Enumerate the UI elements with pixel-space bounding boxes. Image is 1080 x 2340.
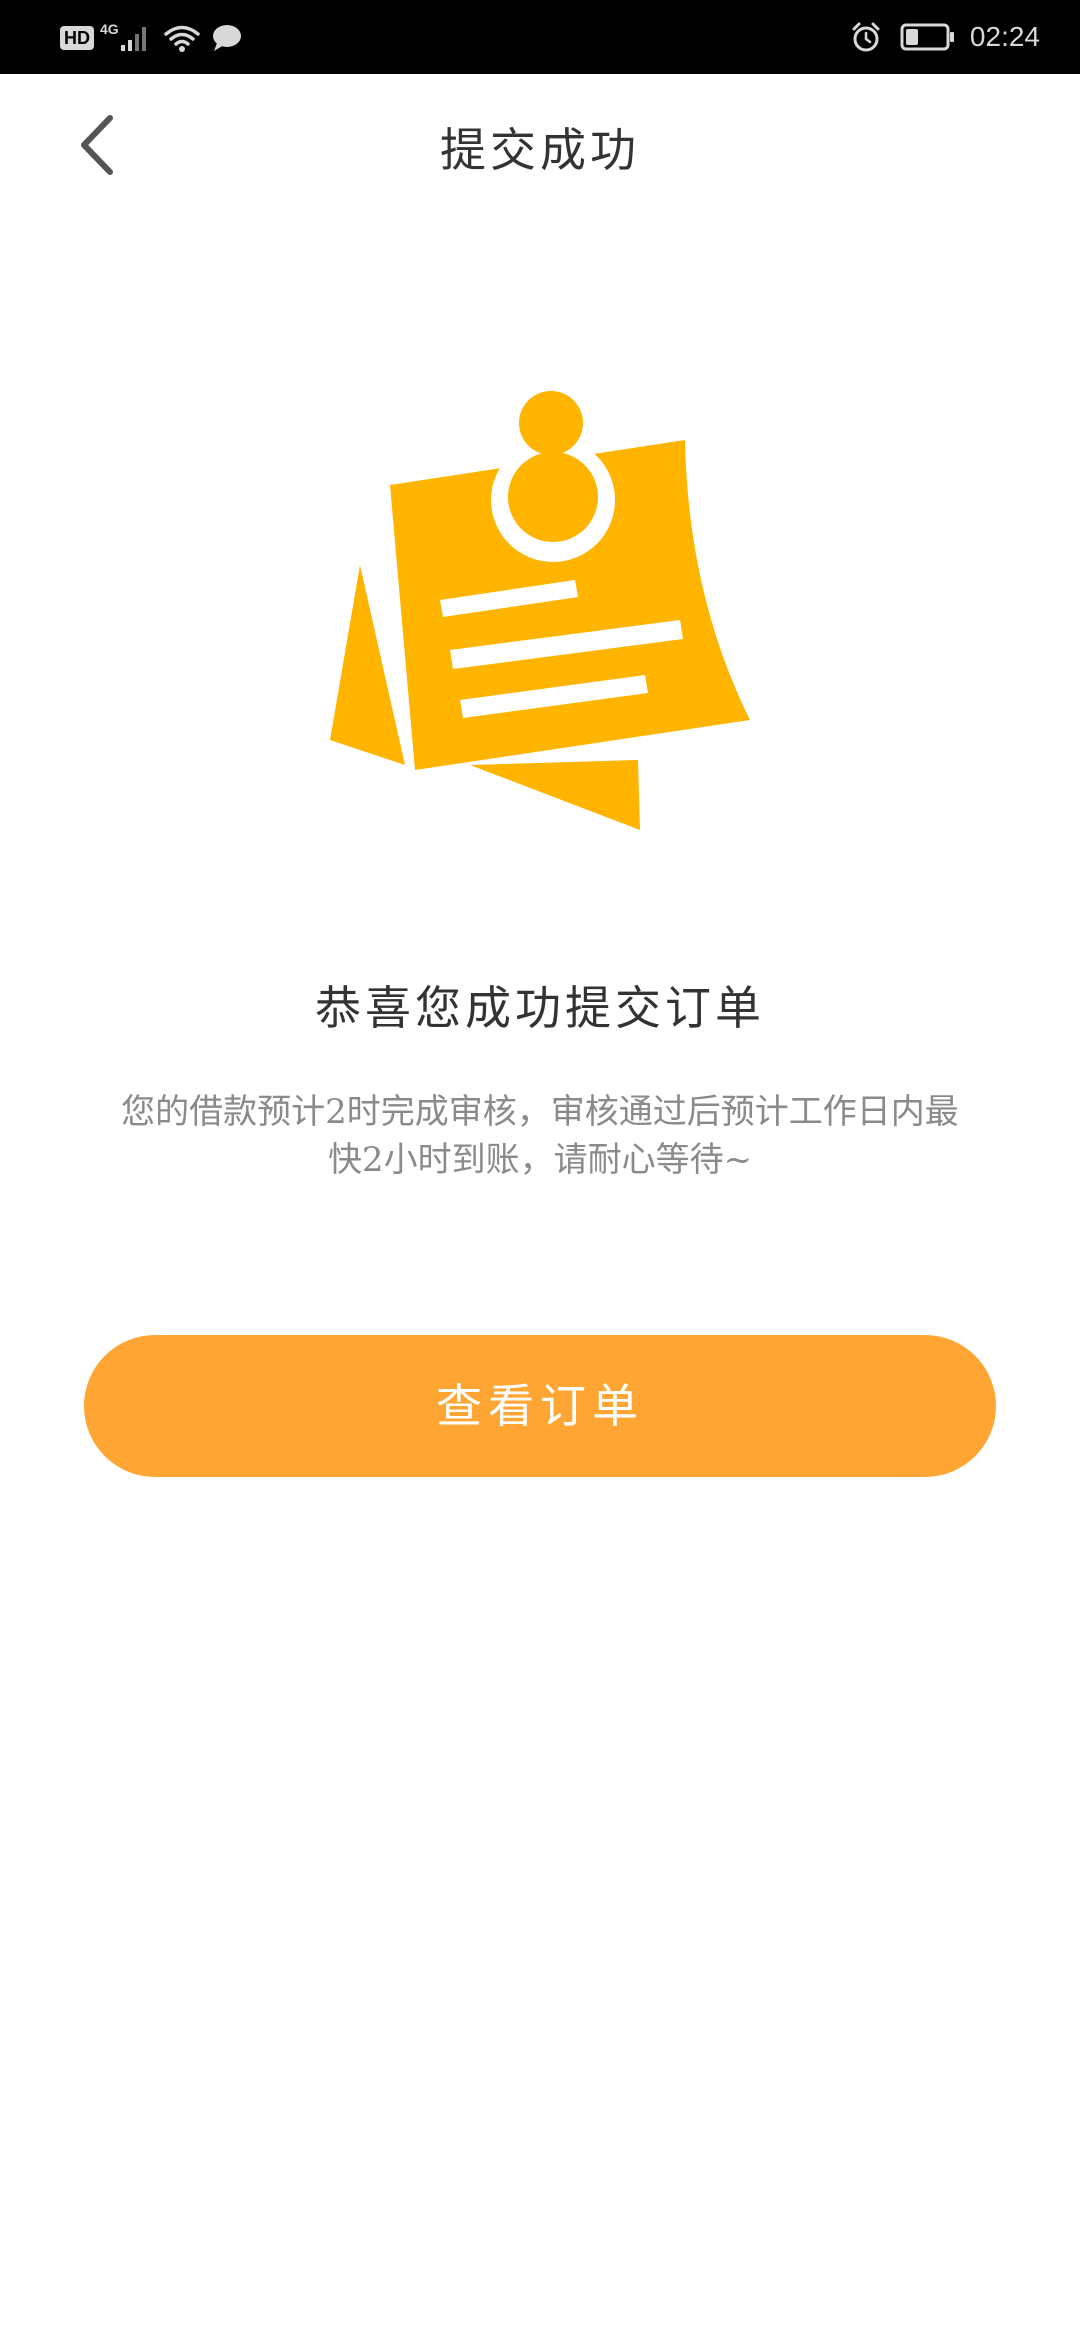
message-icon [212,25,241,51]
battery-icon [900,23,954,51]
wifi-icon [163,25,200,52]
sticky-note-illustration [330,391,750,830]
success-headline: 恭喜您成功提交订单 [315,981,765,1035]
status-left-group: HD 4G [60,18,243,58]
hd-badge: HD [60,26,94,50]
alarm-icon [852,22,880,52]
status-right-group: 02:24 [850,16,1040,58]
navigation-bar: 提交成功 [0,74,1080,214]
page-title: 提交成功 [440,123,640,177]
clock-time: 02:24 [969,21,1040,52]
notes-icon [330,391,750,830]
signal-icon [120,27,146,51]
status-bar: HD 4G 02:24 [0,0,1080,74]
review-description: 您的借款预计2时完成审核，审核通过后预计工作日内最快2小时到账，请耐心等待~ [121,1092,959,1180]
view-order-button[interactable]: 查看订单 [84,1335,996,1477]
network-type-label: 4G [100,21,119,37]
